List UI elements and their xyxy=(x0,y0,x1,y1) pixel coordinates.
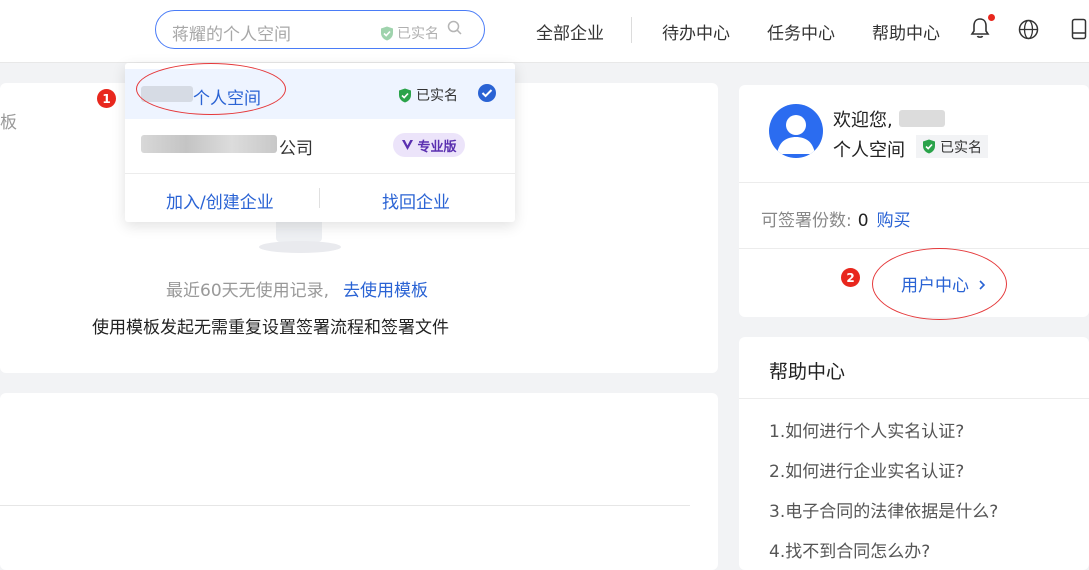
help-center-card: 帮助中心 1.如何进行个人实名认证? 2.如何进行企业实名认证? 3.电子合同的… xyxy=(739,337,1089,570)
shield-check-icon xyxy=(923,139,935,154)
empty-illustration-shadow xyxy=(259,241,341,253)
nav-help-center[interactable]: 帮助中心 xyxy=(872,19,940,44)
secondary-card xyxy=(0,393,718,570)
annotation-ellipse-1 xyxy=(136,63,286,115)
help-item-legal-basis[interactable]: 3.电子合同的法律依据是什么? xyxy=(769,497,998,522)
user-verified-badge: 已实名 xyxy=(916,135,988,158)
nav-task-center[interactable]: 任务中心 xyxy=(767,19,835,44)
nav-divider xyxy=(631,17,632,43)
search-verified-tag: 已实名 xyxy=(380,23,439,43)
company-name-suffix: 公司 xyxy=(279,139,313,159)
pro-edition-label: 专业版 xyxy=(417,139,457,155)
redacted-username xyxy=(899,110,945,127)
use-template-link[interactable]: 去使用模板 xyxy=(343,281,428,301)
user-card-divider xyxy=(739,248,1089,249)
empty-illustration xyxy=(276,222,322,242)
template-description: 使用模板发起无需重复设置签署流程和签署文件 xyxy=(92,318,449,338)
card-divider xyxy=(0,505,690,506)
personal-verified-label: 已实名 xyxy=(416,88,458,104)
empty-state-text: 最近60天无使用记录, 去使用模板 xyxy=(166,276,428,301)
search-icon[interactable] xyxy=(447,20,463,36)
actions-divider xyxy=(319,188,320,208)
avatar[interactable] xyxy=(769,104,823,158)
current-space-name: 个人空间 xyxy=(833,140,905,161)
sign-count-row: 可签署份数: 0 购买 xyxy=(761,206,911,231)
welcome-text: 欢迎您, xyxy=(833,110,893,131)
buy-link[interactable]: 购买 xyxy=(877,211,911,231)
help-item-personal-verification[interactable]: 1.如何进行个人实名认证? xyxy=(769,417,964,442)
globe-icon[interactable] xyxy=(1018,19,1039,40)
annotation-badge-1: 1 xyxy=(97,89,116,108)
user-verified-label: 已实名 xyxy=(940,139,982,156)
help-center-title: 帮助中心 xyxy=(769,361,846,383)
join-create-enterprise-link[interactable]: 加入/创建企业 xyxy=(166,188,274,213)
no-record-label: 最近60天无使用记录, xyxy=(166,281,330,301)
nav-all-enterprises[interactable]: 全部企业 xyxy=(536,19,604,44)
annotation-ellipse-2 xyxy=(872,248,1007,320)
top-header: 蒋耀的个人空间 已实名 全部企业 待办中心 任务中心 帮助中心 xyxy=(0,0,1089,63)
search-placeholder: 蒋耀的个人空间 xyxy=(172,25,291,45)
annotation-badge-2: 2 xyxy=(841,268,860,287)
help-divider xyxy=(739,398,1089,399)
bell-icon[interactable] xyxy=(970,17,990,39)
personal-verified-badge: 已实名 xyxy=(398,85,458,105)
redacted-company-name xyxy=(141,135,277,153)
dropdown-item-company[interactable]: 公司 专业版 xyxy=(125,119,515,171)
recover-enterprise-link[interactable]: 找回企业 xyxy=(382,188,450,213)
help-item-contract-not-found[interactable]: 4.找不到合同怎么办? xyxy=(769,537,930,562)
user-card-divider xyxy=(739,182,1089,183)
user-icon xyxy=(777,115,815,154)
dropdown-actions: 加入/创建企业 找回企业 xyxy=(125,173,515,222)
sign-count-label: 可签署份数: xyxy=(761,211,852,231)
shield-check-icon xyxy=(399,88,411,102)
selected-check-icon xyxy=(478,84,496,102)
v-logo-icon xyxy=(402,140,414,150)
shield-check-icon xyxy=(381,26,393,40)
pro-edition-badge: 专业版 xyxy=(393,133,465,157)
space-search-input[interactable]: 蒋耀的个人空间 已实名 xyxy=(155,10,485,49)
sign-count-value: 0 xyxy=(857,211,869,231)
notification-dot xyxy=(988,14,995,21)
search-verified-label: 已实名 xyxy=(397,26,439,42)
device-icon[interactable] xyxy=(1071,18,1087,40)
clipped-label: 板 xyxy=(0,113,17,133)
help-item-enterprise-verification[interactable]: 2.如何进行企业实名认证? xyxy=(769,457,964,482)
nav-todo-center[interactable]: 待办中心 xyxy=(662,19,730,44)
